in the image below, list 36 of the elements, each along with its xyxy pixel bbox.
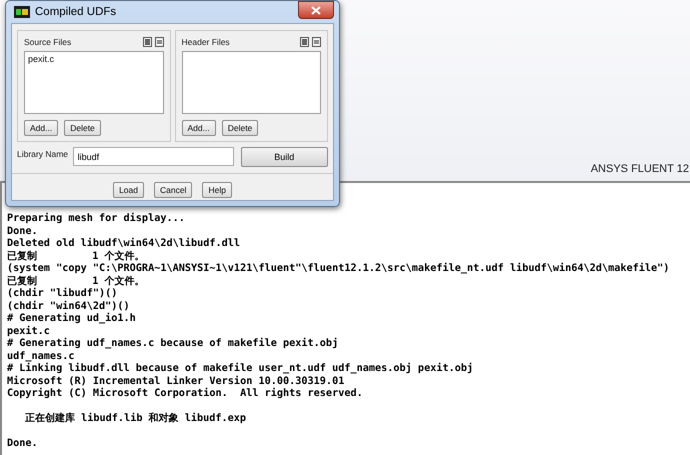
close-button[interactable]: [298, 1, 334, 19]
console-line: (chdir "libudf")(): [7, 288, 118, 300]
library-name-field[interactable]: libudf: [72, 147, 234, 166]
console-line: (system "copy "C:\PROGRA~1\ANSYSI~1\v121\fluent"\fluent12.1.2\src\makefile_nt.udf libudf\win64\2d\makefile"): [7, 263, 670, 276]
console-line: 正在创建库 libudf.lib 和对象 libudf.exp: [24, 411, 248, 426]
file-list[interactable]: pexit.c: [24, 51, 164, 114]
list-button[interactable]: Delete: [222, 120, 258, 136]
console-line: (chdir "win64\2d")(): [7, 300, 131, 312]
console-line: Done.: [7, 438, 39, 450]
console-line: # Generating ud_io1.h: [7, 313, 137, 326]
dialog-button[interactable]: Load: [113, 182, 144, 198]
window-title: Compiled UDFs: [35, 6, 118, 18]
console-line: Preparing mesh for display...: [7, 213, 186, 226]
app-icon: [14, 6, 30, 18]
list-button[interactable]: Add...: [24, 120, 58, 136]
console-line: # Generating udf_names.c because of makefile pexit.obj: [7, 338, 340, 350]
dialog-button[interactable]: Cancel: [154, 182, 192, 198]
console-line: 已复制 1 个文件。: [7, 276, 146, 288]
console-line: Deleted old libudf\win64\2d\libudf.dll: [7, 238, 242, 250]
field-label: Library Name: [17, 149, 70, 159]
console-line: pexit.c: [7, 326, 51, 338]
dialog-button[interactable]: Help: [202, 182, 232, 198]
group-label: Header Files: [182, 37, 230, 47]
console-line: # Linking libudf.dll because of makefile user_nt.udf udf_names.obj pexit.obj: [7, 363, 474, 376]
group-label: Source Files: [24, 37, 72, 47]
list-item[interactable]: pexit.c: [28, 54, 160, 64]
console-line: Microsoft (R) Incremental Linker Version 10.00.30319.01: [7, 376, 346, 388]
close-icon: [311, 6, 321, 14]
version-caption: ANSYS FLUENT 12.: [590, 163, 690, 175]
build-button[interactable]: Build: [240, 147, 328, 167]
console-line: udf_names.c: [7, 350, 76, 362]
console-line: 已复制 1 个文件。: [7, 250, 146, 262]
list-button[interactable]: Delete: [64, 120, 101, 136]
list-button[interactable]: Add...: [182, 120, 216, 136]
console-line: Done.: [7, 226, 39, 238]
console-line: Copyright (C) Microsoft Corporation. All rights reserved.: [7, 388, 364, 400]
